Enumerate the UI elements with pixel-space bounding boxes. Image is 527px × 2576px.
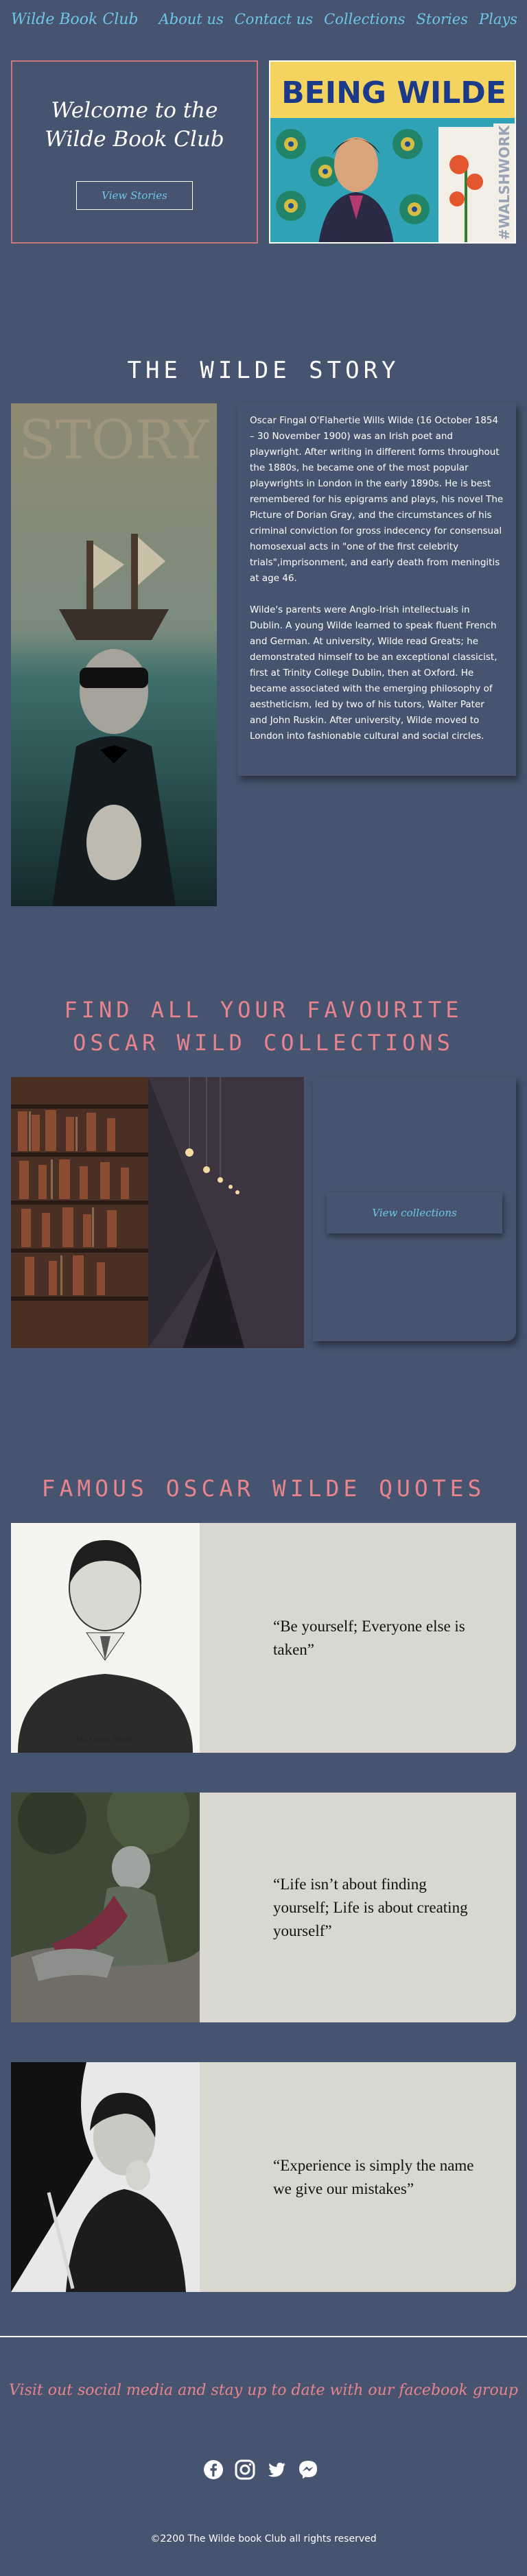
nav-link-collections[interactable]: Collections — [324, 11, 405, 27]
social-cta-text: Visit out social media and stay up to da… — [9, 2382, 518, 2399]
top-nav: Wilde Book Club About us Contact us Coll… — [0, 0, 527, 41]
nav-link-contact[interactable]: Contact us — [235, 11, 313, 27]
welcome-title: Welcome to the Wilde Book Club — [12, 96, 257, 154]
instagram-icon[interactable] — [235, 2459, 255, 2480]
view-collections-button[interactable]: View collections — [327, 1192, 502, 1233]
facebook-icon[interactable] — [203, 2459, 224, 2480]
quote-image-2 — [11, 1793, 200, 2022]
view-stories-button[interactable]: View Stories — [76, 181, 193, 210]
poster-title-text: BEING WILDE — [281, 75, 506, 110]
brand-link[interactable]: Wilde Book Club — [11, 11, 139, 28]
welcome-box: Welcome to the Wilde Book Club View Stor… — [11, 60, 258, 244]
quote-image-1: Mr. Oscar Wilde. — [11, 1523, 200, 1753]
story-paragraph-2: Wilde's parents were Anglo-Irish intelle… — [250, 604, 497, 742]
story-text-card: Oscar Fingal O'Flahertie Wills Wilde (16… — [237, 403, 516, 776]
quote-card-2: “Life isn’t about finding yourself; Life… — [11, 1793, 516, 2022]
quote-card-1: Mr. Oscar Wilde. “Be yourself; Everyone … — [11, 1523, 516, 1753]
collections-card: View collections — [313, 1077, 516, 1341]
quote-card-3: “Experience is simply the name we give o… — [11, 2062, 516, 2292]
nav-links: About us Contact us Collections Stories … — [159, 11, 517, 27]
quote-image-3 — [11, 2062, 200, 2292]
social-icons — [203, 2459, 318, 2480]
being-wilde-poster: BEING WILDE #WALSHWORK — [269, 60, 516, 244]
footer-divider — [0, 2336, 527, 2337]
nav-link-plays[interactable]: Plays — [479, 11, 517, 27]
copyright-text: ©2200 The Wilde book Club all rights res… — [150, 2533, 377, 2544]
quote-text-2: “Life isn’t about finding yourself; Life… — [273, 1875, 468, 1939]
story-heading: THE WILDE STORY — [127, 357, 400, 384]
library-image — [11, 1077, 304, 1348]
story-paragraph-1: Oscar Fingal O'Flahertie Wills Wilde (16… — [250, 415, 504, 584]
welcome-title-line1: Welcome to the — [51, 98, 218, 123]
nav-link-about[interactable]: About us — [159, 11, 224, 27]
collections-heading: FIND ALL YOUR FAVOURITE OSCAR WILD COLLE… — [64, 997, 463, 1056]
story-image: STORY — [11, 403, 217, 906]
poster-tag-text: #WALSHWORK — [496, 124, 513, 240]
quote-text-3: “Experience is simply the name we give o… — [273, 2156, 474, 2197]
quotes-heading: FAMOUS OSCAR WILDE QUOTES — [41, 1475, 486, 1502]
quote-text-1: “Be yourself; Everyone else is taken” — [273, 1617, 465, 1658]
story-image-text: STORY — [19, 410, 210, 471]
nav-link-stories[interactable]: Stories — [417, 11, 468, 27]
welcome-title-line2: Wilde Book Club — [45, 127, 224, 152]
messenger-icon[interactable] — [298, 2459, 318, 2480]
quote-image-caption: Mr. Oscar Wilde. — [75, 1736, 134, 1743]
twitter-icon[interactable] — [266, 2459, 287, 2480]
